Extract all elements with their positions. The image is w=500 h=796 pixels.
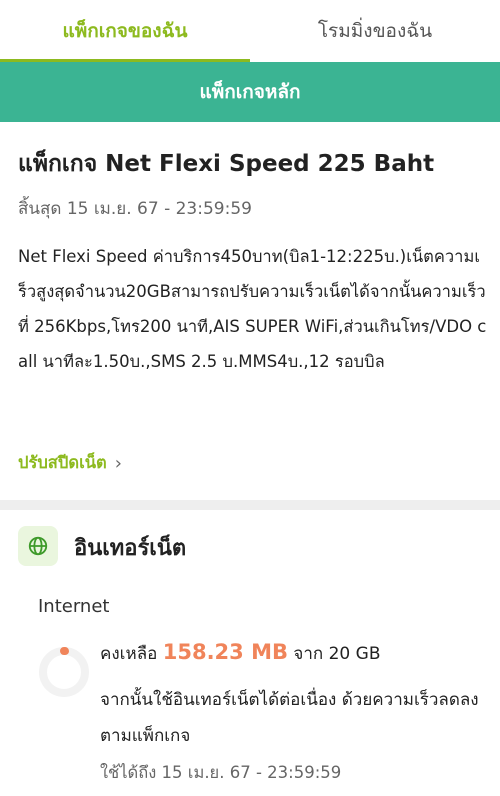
package-expiry: สิ้นสุด 15 เม.ย. 67 - 23:59:59 (18, 199, 252, 219)
adjust-speed-link[interactable]: ปรับสปีดเน็ต › (18, 450, 122, 476)
after-quota-note: จากนั้นใช้อินเทอร์เน็ตได้ต่อเนื่อง ด้วยค… (100, 690, 479, 746)
remaining-amount: 158.23 MB (162, 640, 288, 664)
main-package-banner: แพ็กเกจหลัก (0, 62, 500, 122)
internet-label: Internet (38, 596, 110, 617)
usage-ring (39, 647, 89, 697)
package-description: Net Flexi Speed ค่าบริการ450บาท(บิล1-12:… (18, 247, 487, 371)
remaining-prefix: คงเหลือ (100, 644, 158, 664)
tab-my-package[interactable]: แพ็กเกจของฉัน (0, 0, 250, 62)
valid-until: ใช้ได้ถึง 15 เม.ย. 67 - 23:59:59 (100, 763, 342, 782)
chevron-right-icon: › (114, 452, 122, 474)
adjust-speed-label: ปรับสปีดเน็ต (18, 453, 107, 472)
package-title: แพ็กเกจ Net Flexi Speed 225 Baht (18, 151, 435, 177)
package-card: แพ็กเกจ Net Flexi Speed 225 Baht สิ้นสุด… (0, 122, 500, 500)
section-divider (0, 500, 500, 510)
package-tabs: แพ็กเกจของฉัน โรมมิ่งของฉัน (0, 0, 500, 62)
globe-icon (18, 526, 58, 566)
remaining-suffix: จาก 20 GB (293, 644, 381, 664)
tab-my-roaming[interactable]: โรมมิ่งของฉัน (250, 0, 500, 62)
internet-section: อินเทอร์เน็ต Internet คงเหลือ 158.23 MB … (0, 510, 500, 796)
remaining-balance: คงเหลือ 158.23 MB จาก 20 GB (100, 640, 380, 667)
internet-section-title: อินเทอร์เน็ต (74, 536, 187, 561)
